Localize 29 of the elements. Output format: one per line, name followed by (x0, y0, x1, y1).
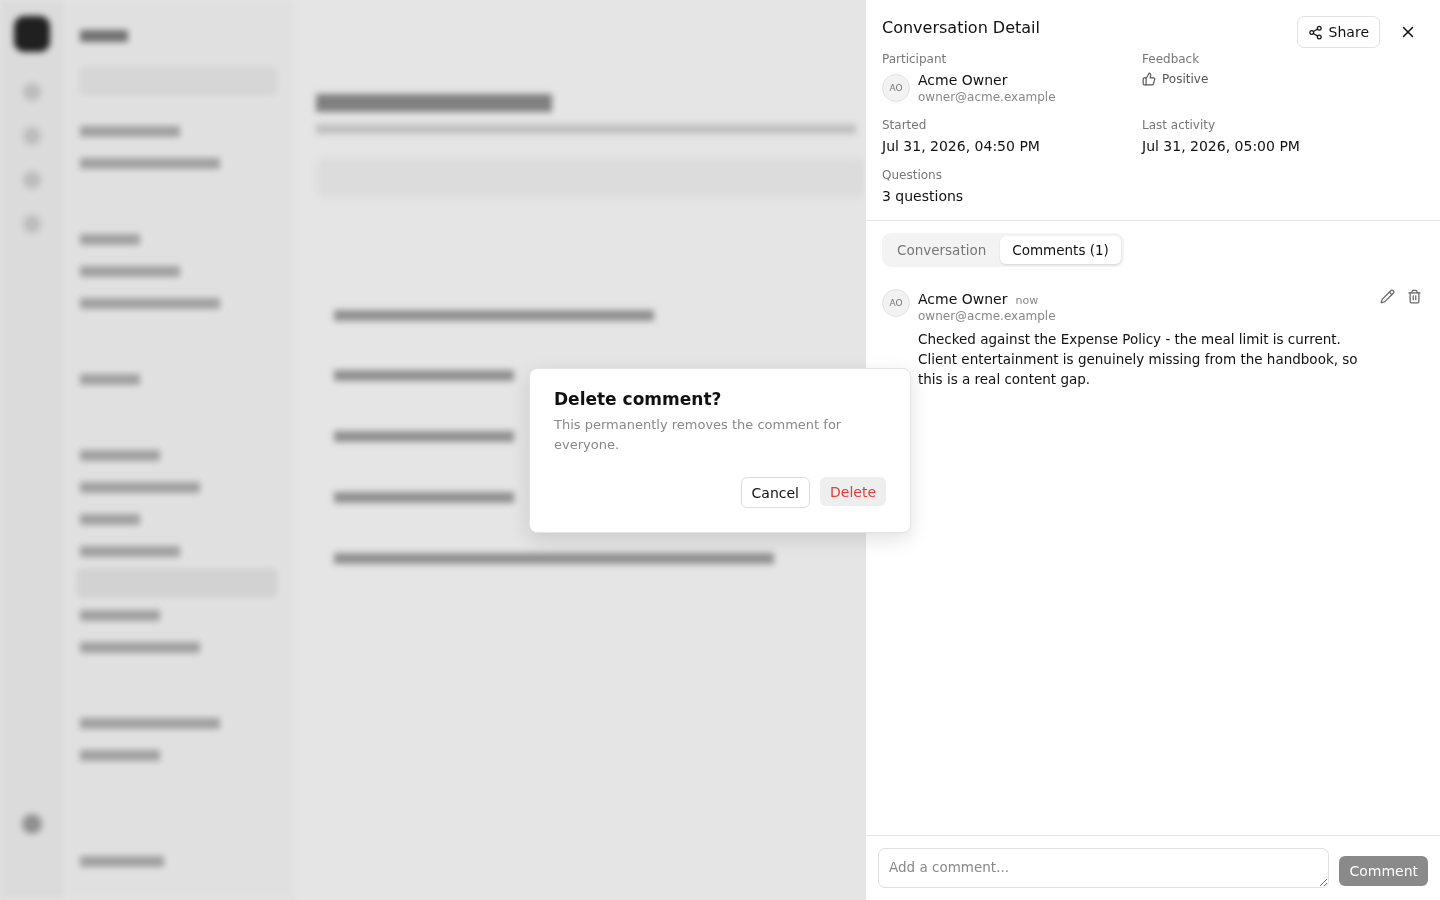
delete-button[interactable]: Delete (820, 477, 886, 506)
participant-name: Acme Owner (918, 72, 1009, 88)
share-button[interactable]: Share (1296, 16, 1380, 48)
field-label: Started (882, 118, 928, 132)
tab[interactable]: Comments (1) (1000, 236, 1121, 264)
dialog-message: This permanently removes the comment for everyone. (554, 416, 843, 454)
thumbs-up-icon (1142, 72, 1156, 86)
comment-time: now (1015, 294, 1039, 307)
participant-email: owner@acme.example (918, 90, 1056, 104)
tab[interactable]: Conversation (885, 236, 999, 264)
dialog-title: Delete comment? (554, 389, 723, 409)
field-label: Feedback (1142, 52, 1201, 66)
comment-author: Acme Owner (918, 291, 1008, 307)
avatar: AO (882, 74, 910, 102)
field-label: Questions (882, 168, 943, 182)
feedback-value: Positive (1162, 72, 1209, 86)
trash-icon (1407, 289, 1422, 304)
comment-text: Checked against the Expense Policy - the meal limit is current. Client entertainment is genuinely missing from the handbook, so this is a real content gap. (918, 330, 1359, 389)
field-value: Jul 31, 2026, 05:00 PM (1142, 138, 1301, 154)
pencil-icon (1380, 289, 1395, 304)
field-label: Participant (882, 52, 948, 66)
cancel-button[interactable]: Cancel (740, 477, 810, 508)
comment-email: owner@acme.example (918, 309, 1057, 323)
field-value: Jul 31, 2026, 04:50 PM (882, 138, 1041, 154)
panel-title: Conversation Detail (882, 17, 1040, 37)
field-value: 3 questions (882, 188, 965, 204)
share-icon (1307, 24, 1323, 40)
avatar: AO (882, 289, 910, 317)
field-label: Last activity (1142, 118, 1217, 132)
